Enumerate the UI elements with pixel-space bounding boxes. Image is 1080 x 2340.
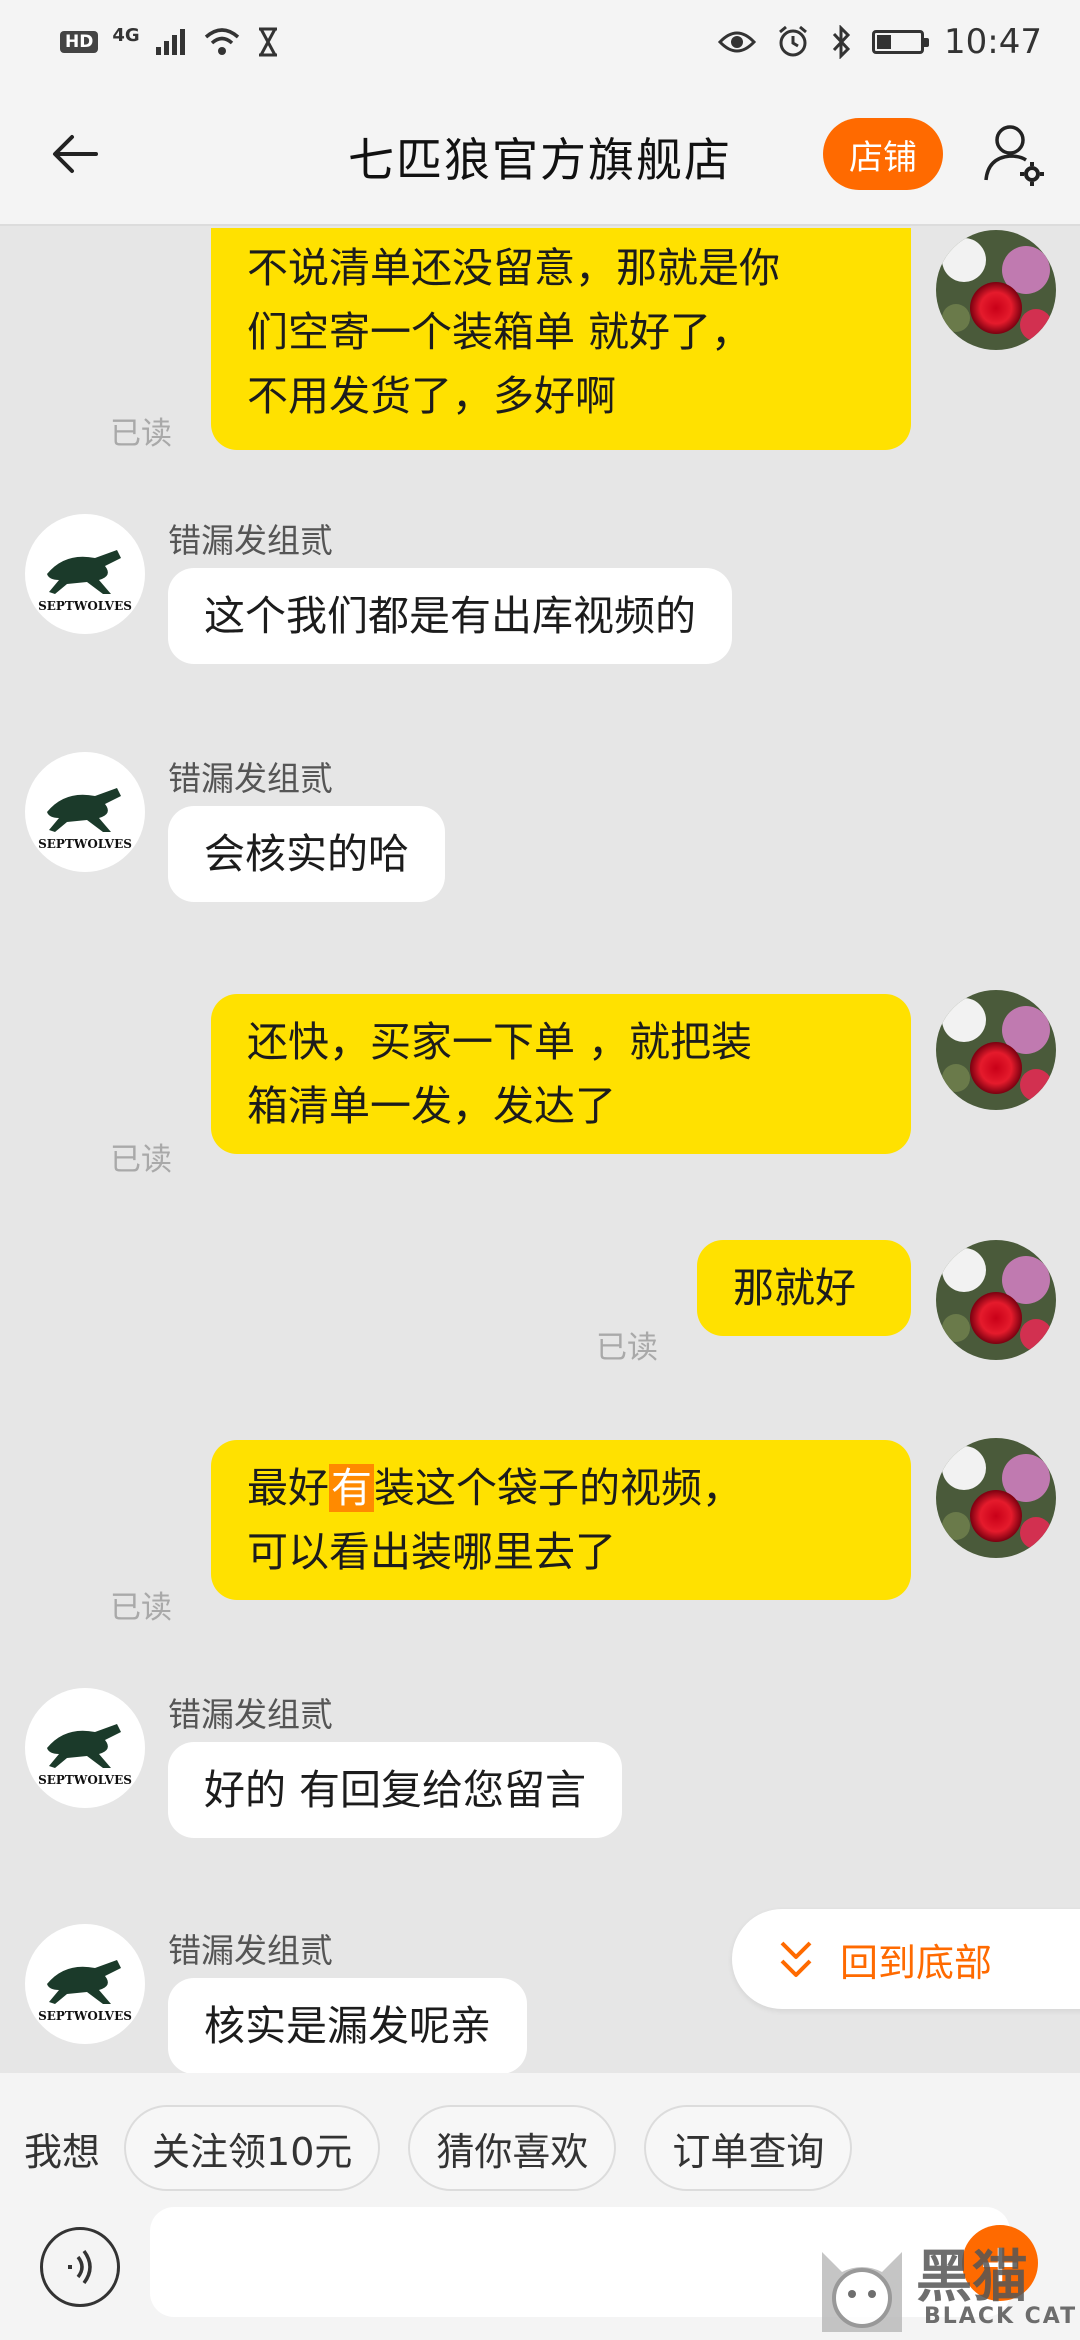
message-line: 最好有装这个袋子的视频，	[247, 1456, 875, 1520]
battery-icon	[872, 30, 930, 54]
message-text: 装这个袋子的视频，	[374, 1464, 743, 1512]
wifi-icon	[204, 28, 239, 55]
shop-button[interactable]: 店铺	[823, 118, 943, 190]
sender-name: 错漏发组贰	[168, 521, 333, 560]
watermark-logo: 黑猫 BLACK CAT	[812, 2232, 1080, 2340]
quick-reply-bar: 我想 关注领10元 猜你喜欢 订单查询	[0, 2073, 1080, 2223]
seller-avatar[interactable]: SEPTWOLVES	[25, 1688, 145, 1808]
seller-avatar[interactable]: SEPTWOLVES	[25, 514, 145, 634]
sender-name: 错漏发组贰	[168, 759, 333, 798]
seller-message-bubble[interactable]: 会核实的哈	[168, 806, 445, 902]
seller-avatar[interactable]: SEPTWOLVES	[25, 1924, 145, 2044]
user-settings-icon[interactable]	[978, 118, 1050, 190]
message-line: 箱清单一发，发达了	[247, 1082, 616, 1130]
hd-badge: HD	[60, 31, 99, 53]
back-to-bottom-button[interactable]: 回到底部	[732, 1909, 1080, 2009]
message-text: 最好	[247, 1464, 329, 1512]
my-avatar[interactable]	[936, 230, 1056, 350]
network-type: 4G	[112, 24, 140, 46]
seller-message-bubble[interactable]: 这个我们都是有出库视频的	[168, 568, 732, 664]
my-avatar[interactable]	[936, 1240, 1056, 1360]
eye-icon	[718, 31, 757, 53]
clock-time: 10:47	[944, 22, 1042, 62]
back-to-bottom-label: 回到底部	[840, 1940, 993, 1985]
seller-message-bubble[interactable]: 好的 有回复给您留言	[168, 1742, 623, 1838]
brand-logo-text: SEPTWOLVES	[38, 1773, 132, 1787]
cat-face-icon	[822, 2252, 902, 2332]
read-receipt: 已读	[596, 1330, 658, 1366]
status-bar: HD 4G 10:47	[0, 0, 1080, 84]
my-message-bubble[interactable]: 还快，买家一下单 ，就把装 箱清单一发，发达了	[211, 994, 911, 1154]
my-avatar[interactable]	[936, 990, 1056, 1110]
highlighted-text: 有	[329, 1464, 374, 1512]
message-line: 还快，买家一下单 ，就把装	[247, 1018, 753, 1066]
message-line: 不用发货了，多好啊	[247, 372, 616, 420]
message-line: 可以看出装哪里去了	[247, 1528, 616, 1576]
read-receipt: 已读	[110, 1142, 172, 1178]
brand-logo-text: SEPTWOLVES	[38, 837, 132, 851]
double-chevron-down-icon	[780, 1941, 812, 1977]
sender-name: 错漏发组贰	[168, 1695, 333, 1734]
read-receipt: 已读	[110, 1590, 172, 1626]
chat-message-list[interactable]: 不说清单还没留意，那就是你 们空寄一个装箱单 就好了， 不用发货了，多好啊 已读…	[0, 228, 1080, 2073]
read-receipt: 已读	[110, 416, 172, 452]
seller-avatar[interactable]: SEPTWOLVES	[25, 752, 145, 872]
signal-icon	[155, 29, 185, 55]
voice-icon	[68, 2249, 92, 2285]
my-avatar[interactable]	[936, 1438, 1056, 1558]
hourglass-icon	[258, 27, 277, 57]
message-line: 们空寄一个装箱单 就好了，	[247, 308, 753, 356]
brand-logo-text: SEPTWOLVES	[38, 599, 132, 613]
quick-chip-follow-coupon[interactable]: 关注领10元	[124, 2105, 381, 2191]
sender-name: 错漏发组贰	[168, 1931, 333, 1970]
quick-chip-order-lookup[interactable]: 订单查询	[644, 2105, 853, 2191]
bluetooth-icon	[832, 25, 851, 59]
my-message-bubble[interactable]: 不说清单还没留意，那就是你 们空寄一个装箱单 就好了， 不用发货了，多好啊	[211, 228, 911, 450]
my-message-bubble[interactable]: 那就好	[697, 1240, 911, 1336]
seller-message-bubble[interactable]: 核实是漏发呢亲	[168, 1978, 527, 2073]
message-line: 不说清单还没留意，那就是你	[247, 244, 780, 292]
voice-button[interactable]	[40, 2227, 120, 2307]
chat-header: 七匹狼官方旗舰店 店铺	[0, 84, 1080, 226]
brand-logo-text: SEPTWOLVES	[38, 2009, 132, 2023]
my-message-bubble[interactable]: 最好有装这个袋子的视频， 可以看出装哪里去了	[211, 1440, 911, 1600]
quick-chip-recommend[interactable]: 猜你喜欢	[408, 2105, 617, 2191]
quick-bar-label: 我想	[24, 2129, 101, 2174]
alarm-icon	[779, 25, 807, 57]
watermark-text-cn: 黑猫	[916, 2245, 1028, 2310]
watermark-text-en: BLACK CAT	[924, 2304, 1078, 2329]
